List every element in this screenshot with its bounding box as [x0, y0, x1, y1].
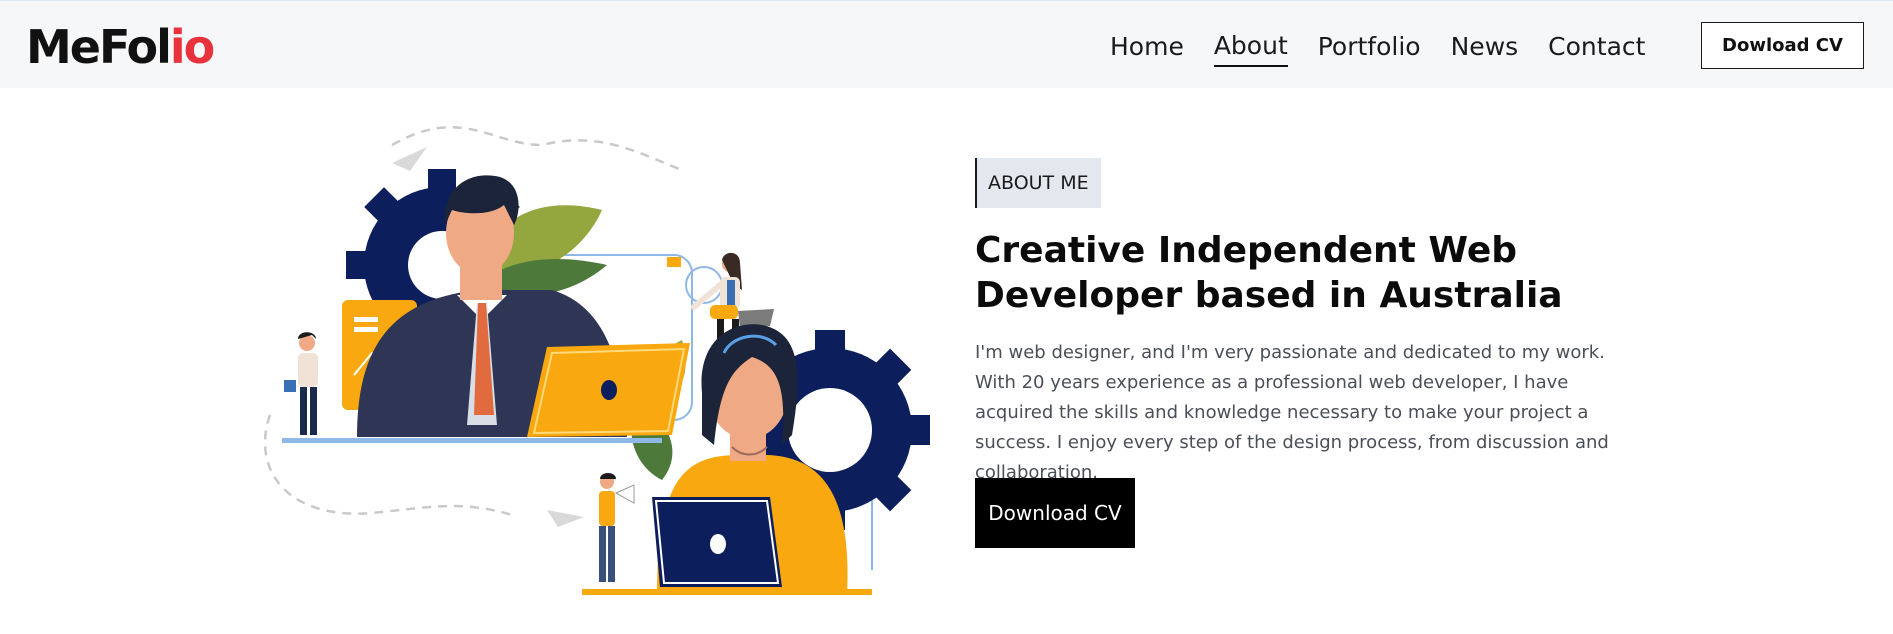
- logo-text-main: MeFol: [26, 20, 172, 74]
- nav-home[interactable]: Home: [1110, 27, 1184, 67]
- man-with-megaphone: [599, 473, 635, 582]
- brand-logo[interactable]: MeFolio: [26, 19, 215, 75]
- nav-contact[interactable]: Contact: [1548, 27, 1645, 67]
- hero-description: I'm web designer, and I'm very passionat…: [975, 342, 1609, 483]
- header-download-cv-button[interactable]: Dowload CV: [1701, 22, 1864, 69]
- nav-news[interactable]: News: [1451, 27, 1519, 67]
- hero-headline: Creative Independent Web Developer based…: [975, 230, 1563, 316]
- about-illustration: [263, 126, 930, 595]
- nav-about[interactable]: About: [1213, 27, 1288, 67]
- nav-portfolio[interactable]: Portfolio: [1318, 27, 1421, 67]
- logo-text-accent: io: [169, 20, 215, 74]
- woman-presenter: [284, 332, 318, 435]
- site-header: MeFolio Home About Portfolio News Contac…: [0, 0, 1893, 88]
- main-nav: Home About Portfolio News Contact: [1110, 27, 1675, 67]
- section-eyebrow: ABOUT ME: [975, 158, 1101, 208]
- download-cv-button[interactable]: Download CV: [975, 478, 1135, 548]
